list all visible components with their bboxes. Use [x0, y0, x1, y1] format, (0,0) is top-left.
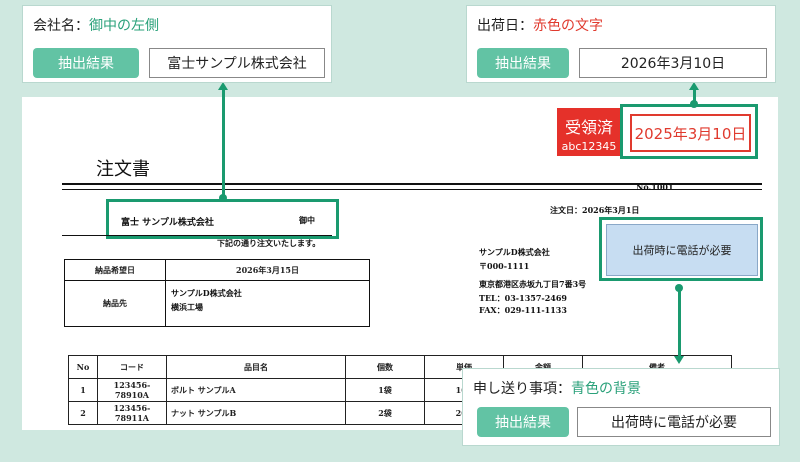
cell: ボルト サンプルA	[166, 378, 346, 402]
honorific: 御中	[299, 215, 315, 225]
col-code: コード	[97, 355, 167, 379]
sender-zip: 〒000-1111	[479, 261, 530, 271]
sender-name: サンプルD株式会社	[479, 247, 550, 257]
company-label: 会社名：	[33, 18, 89, 34]
sender-address: 東京都港区赤坂九丁目7番3号	[479, 279, 587, 289]
company-connector	[222, 88, 225, 198]
ship-date-callout-heading: 出荷日：赤色の文字	[477, 15, 603, 35]
cell: 123456-78911A	[97, 401, 167, 425]
ship-date-extract-tag: 抽出結果	[477, 48, 569, 78]
red-date-highlight: 2025年3月10日	[620, 104, 758, 159]
note-rule: 青色の背景	[571, 381, 641, 397]
note-callout: 申し送り事項：青色の背景 抽出結果 出荷時に電話が必要	[462, 368, 780, 446]
company-callout: 会社名：御中の左側 抽出結果 富士サンプル株式会社	[22, 5, 332, 83]
company-extract-tag: 抽出結果	[33, 48, 139, 78]
note-arrow	[674, 356, 684, 364]
delivery-date: 2026年3月15日	[166, 260, 369, 281]
deliver-to-1: サンプルD株式会社	[171, 288, 242, 298]
recipient-rule	[62, 235, 332, 236]
company-rule: 御中の左側	[89, 18, 159, 34]
note-connector	[678, 288, 681, 358]
sender-fax: FAX：029-111-1133	[479, 305, 567, 315]
deliver-to-2: 横浜工場	[171, 302, 203, 312]
stamp-code: abc12345	[561, 140, 617, 153]
date-dot	[690, 100, 698, 108]
cell: 2	[68, 401, 98, 425]
intro-text: 下記の通り注文いたします。	[217, 238, 321, 248]
company-dot	[219, 194, 227, 202]
cell: 123456-78910A	[97, 378, 167, 402]
company-arrow	[218, 82, 228, 90]
red-date: 2025年3月10日	[630, 114, 751, 152]
ship-date-rule: 赤色の文字	[533, 18, 603, 34]
doc-title: 注文書	[96, 159, 150, 180]
col-qty: 個数	[345, 355, 425, 379]
note-label: 申し送り事項：	[473, 381, 571, 397]
delivery-table: 納品希望日 2026年3月15日 納品先 サンプルD株式会社 横浜工場	[64, 259, 370, 327]
cell: 1	[68, 378, 98, 402]
ship-date-label: 出荷日：	[477, 18, 533, 34]
cell: 1袋	[345, 378, 425, 402]
blue-note-highlight: 出荷時に電話が必要	[599, 217, 763, 281]
received-stamp: 受領済 abc12345	[557, 108, 621, 156]
col-no: No	[68, 355, 98, 379]
recipient-highlight: 富士 サンプル株式会社 御中	[106, 199, 339, 239]
ship-date-result: 2026年3月10日	[579, 48, 767, 78]
note-result: 出荷時に電話が必要	[577, 407, 771, 437]
company-result: 富士サンプル株式会社	[149, 48, 325, 78]
cell: ナット サンプルB	[166, 401, 346, 425]
blue-note: 出荷時に電話が必要	[606, 224, 758, 276]
note-callout-heading: 申し送り事項：青色の背景	[473, 378, 641, 398]
order-no: No.1001	[636, 182, 674, 192]
note-extract-tag: 抽出結果	[477, 407, 569, 437]
col-item: 品目名	[166, 355, 346, 379]
order-date: 注文日：2026年3月1日	[550, 205, 640, 215]
delivery-label: 納品希望日	[65, 260, 166, 281]
stamp-label: 受領済	[564, 118, 613, 137]
deliver-to-label: 納品先	[65, 281, 166, 326]
ship-date-callout: 出荷日：赤色の文字 抽出結果 2026年3月10日	[466, 5, 776, 83]
company-callout-heading: 会社名：御中の左側	[33, 15, 159, 35]
recipient-name: 富士 サンプル株式会社	[121, 218, 214, 228]
note-dot	[675, 284, 683, 292]
cell: 2袋	[345, 401, 425, 425]
sender-tel: TEL：03-1357-2469	[479, 293, 567, 303]
date-arrow	[689, 82, 699, 90]
